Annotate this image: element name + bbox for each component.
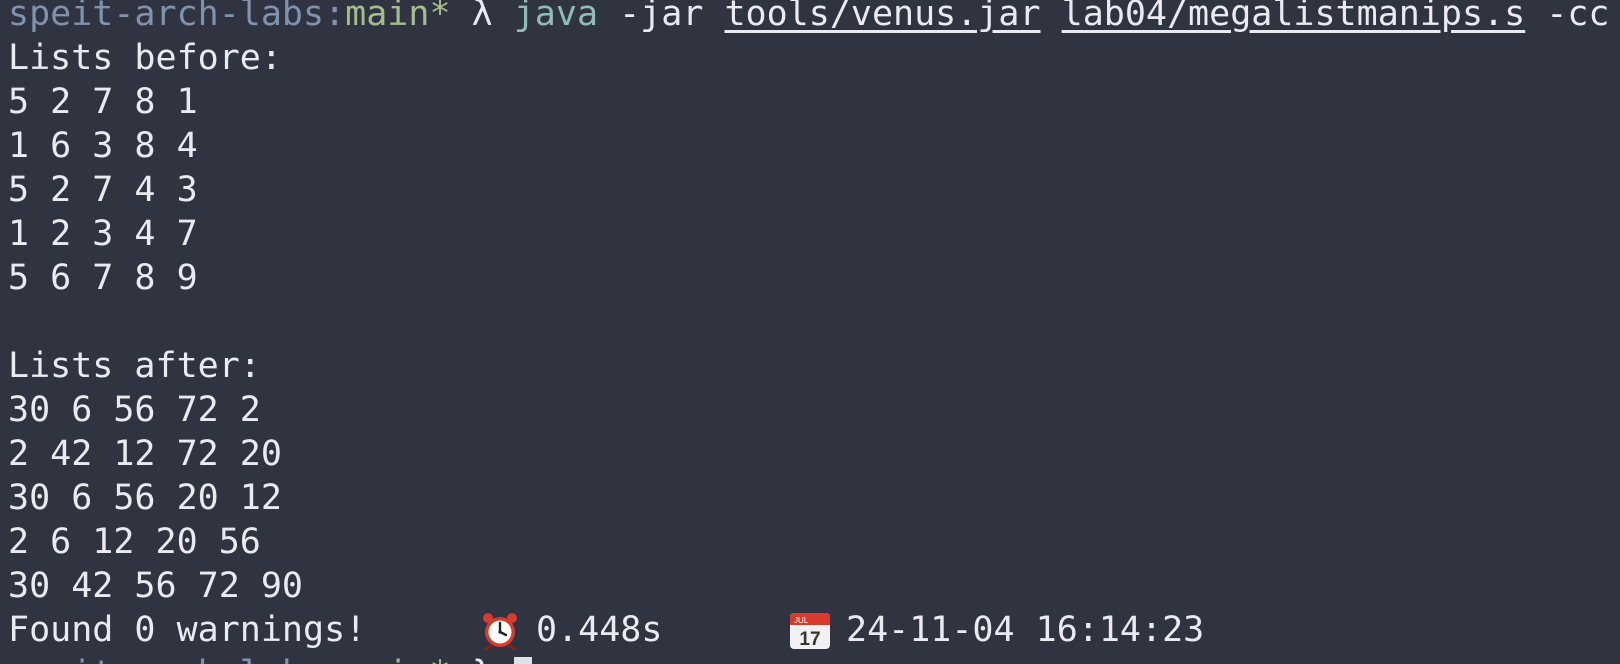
- command-option: -cc: [1525, 0, 1610, 34]
- after-header: Lists after:: [8, 346, 261, 386]
- command-line: speit-arch-labs:main* λ java -jar tools/…: [8, 0, 1620, 36]
- after-list-row: 30 6 56 20 12: [8, 478, 282, 518]
- timestamp-text: 24-11-04 16:14:23: [846, 610, 1205, 650]
- next-prompt-repo: speit-arch-labs:: [8, 654, 345, 664]
- calendar-day: 17: [799, 629, 820, 650]
- elapsed-segment: 0.448s: [478, 608, 788, 652]
- prompt-branch: main*: [345, 0, 451, 34]
- command-source-path[interactable]: lab04/megalistmanips.s: [1062, 0, 1526, 34]
- next-prompt-symbol: λ: [451, 654, 514, 664]
- next-prompt-line[interactable]: speit-arch-labs:main* λ: [8, 652, 1620, 664]
- text-cursor[interactable]: [513, 657, 532, 664]
- prompt-repo: speit-arch-labs:: [8, 0, 346, 34]
- terminal-screen: speit-arch-labs:main* λ java -jar tools/…: [8, 0, 1620, 664]
- prompt-symbol: λ: [450, 0, 514, 34]
- before-list-row: 1 2 3 4 7: [8, 214, 198, 254]
- command-space: [1041, 0, 1062, 34]
- after-list-row: 30 6 56 72 2: [8, 390, 261, 430]
- warnings-text: Found 0 warnings!: [8, 610, 367, 650]
- calendar-icon: JUL 17: [788, 610, 832, 650]
- before-list-row: 5 2 7 4 3: [8, 170, 198, 210]
- command-jar-path[interactable]: tools/venus.jar: [724, 0, 1040, 34]
- elapsed-time: 0.448s: [536, 610, 663, 650]
- terminal-window[interactable]: speit-arch-labs:main* λ java -jar tools/…: [0, 0, 1620, 664]
- next-prompt-branch: main*: [345, 654, 450, 664]
- before-list-row: 1 6 3 8 4: [8, 126, 198, 166]
- calendar-icon: JUL 17: [790, 613, 830, 650]
- status-line: Found 0 warnings! 0.448s JUL 17 24-11-04…: [8, 608, 1620, 652]
- calendar-month: JUL: [794, 616, 809, 625]
- after-list-row: 2 6 12 20 56: [8, 522, 261, 562]
- before-header: Lists before:: [8, 38, 282, 78]
- command-flag: -jar: [598, 0, 725, 34]
- command-program: java: [513, 0, 599, 34]
- timestamp-segment: JUL 17 24-11-04 16:14:23: [788, 608, 1204, 652]
- after-list-row: 30 42 56 72 90: [8, 566, 304, 606]
- alarm-clock-icon: [483, 613, 517, 650]
- after-list-row: 2 42 12 72 20: [8, 434, 282, 474]
- alarm-clock-icon: [478, 610, 522, 650]
- before-list-row: 5 6 7 8 9: [8, 258, 198, 298]
- before-list-row: 5 2 7 8 1: [8, 82, 198, 122]
